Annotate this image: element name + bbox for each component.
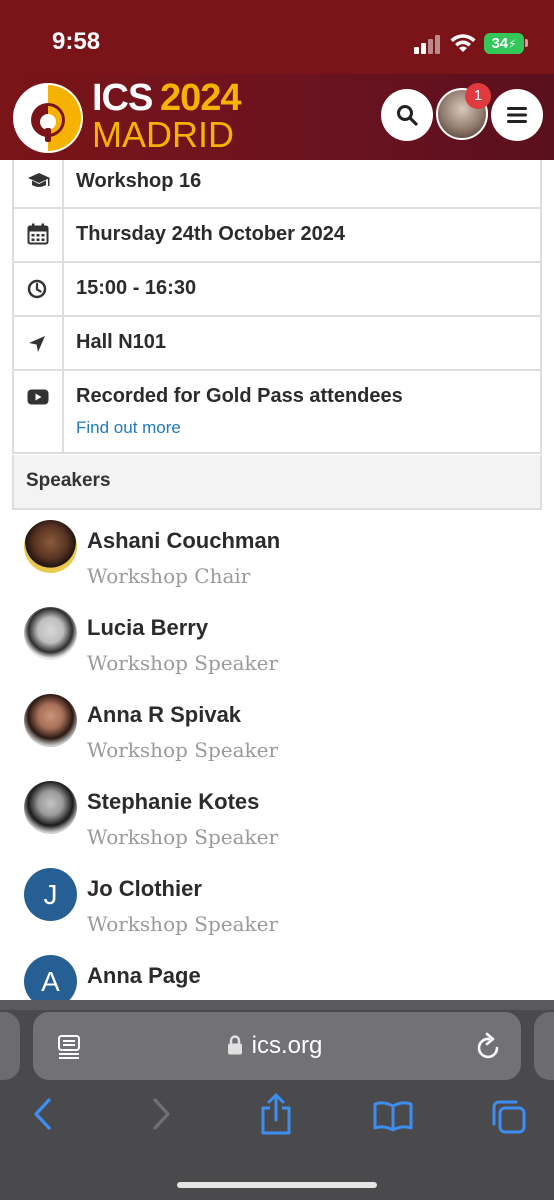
speaker-item[interactable]: Ashani Couchman Workshop Chair <box>24 520 524 600</box>
battery-tip <box>525 39 528 47</box>
tabs-icon[interactable] <box>490 1098 528 1136</box>
session-time-row: 15:00 - 16:30 <box>14 263 540 317</box>
ics-logo-icon[interactable] <box>12 82 84 154</box>
lock-icon <box>228 1035 242 1055</box>
graduation-cap-icon <box>28 173 50 187</box>
speaker-role: Workshop Speaker <box>87 651 279 675</box>
home-indicator <box>177 1182 377 1188</box>
address-bar[interactable]: ics.org <box>33 1012 521 1080</box>
speaker-avatar <box>24 607 77 660</box>
logo-city-text: MADRID <box>92 114 234 155</box>
speaker-item[interactable]: Lucia Berry Workshop Speaker <box>24 607 524 687</box>
speaker-avatar <box>24 781 77 834</box>
session-type-row: Workshop 16 <box>14 160 540 209</box>
forward-arrow-icon[interactable] <box>150 1096 174 1132</box>
speaker-avatar <box>24 694 77 747</box>
speaker-name: Lucia Berry <box>87 615 209 640</box>
session-type-text: Workshop 16 <box>76 170 202 192</box>
calendar-icon <box>27 223 49 245</box>
status-time: 9:58 <box>52 28 101 55</box>
hamburger-menu-icon <box>507 107 527 123</box>
speaker-name: Ashani Couchman <box>87 528 281 553</box>
reload-icon[interactable] <box>476 1032 502 1060</box>
previous-tab-peek[interactable] <box>0 1012 20 1080</box>
share-icon[interactable] <box>258 1092 294 1136</box>
battery-indicator: 34⚡ <box>484 33 524 54</box>
session-date-text: Thursday 24th October 2024 <box>76 223 345 245</box>
speaker-role: Workshop Speaker <box>87 825 279 849</box>
session-time-text: 15:00 - 16:30 <box>76 277 197 299</box>
wifi-icon <box>450 34 476 52</box>
session-location-text: Hall N101 <box>76 331 167 353</box>
speaker-role: Workshop Speaker <box>87 738 279 762</box>
speaker-name: Stephanie Kotes <box>87 789 260 814</box>
session-recording-row: Recorded for Gold Pass attendees Find ou… <box>14 371 540 454</box>
speaker-name: Anna Page <box>87 963 201 988</box>
session-location-row: Hall N101 <box>14 317 540 371</box>
clock-icon <box>27 279 47 299</box>
next-tab-peek[interactable] <box>534 1012 554 1080</box>
session-date-row: Thursday 24th October 2024 <box>14 209 540 263</box>
speaker-avatar <box>24 520 77 573</box>
session-recording-text: Recorded for Gold Pass attendees <box>76 385 403 407</box>
bookmarks-icon[interactable] <box>372 1100 414 1132</box>
speaker-role: Workshop Chair <box>87 564 251 588</box>
status-bar: 9:58 34⚡ <box>0 0 554 74</box>
speaker-item[interactable]: J Jo Clothier Workshop Speaker <box>24 868 524 948</box>
speaker-name: Jo Clothier <box>87 876 202 901</box>
location-arrow-icon <box>29 336 45 352</box>
url-text: ics.org <box>251 1032 323 1059</box>
search-button[interactable] <box>381 89 433 141</box>
find-out-more-link[interactable]: Find out more <box>76 418 540 438</box>
youtube-icon <box>27 389 49 405</box>
speaker-item[interactable]: Anna R Spivak Workshop Speaker <box>24 694 524 774</box>
speaker-name: Anna R Spivak <box>87 702 242 727</box>
speaker-item[interactable]: Stephanie Kotes Workshop Speaker <box>24 781 524 861</box>
search-icon <box>397 105 418 126</box>
speakers-heading: Speakers <box>12 455 542 510</box>
notification-badge: 1 <box>465 83 491 109</box>
speaker-initial-avatar: J <box>24 868 77 921</box>
speaker-role: Workshop Speaker <box>87 912 279 936</box>
site-header: ICS 2024 MADRID 1 <box>0 74 554 160</box>
session-info-table: Workshop 16 Thursday 24th October 2024 1… <box>12 160 542 454</box>
menu-button[interactable] <box>491 89 543 141</box>
browser-toolbar: ics.org <box>0 1000 554 1200</box>
back-arrow-icon[interactable] <box>30 1096 54 1132</box>
cellular-signal-icon <box>414 34 442 54</box>
session-recording-cell: Recorded for Gold Pass attendees Find ou… <box>64 371 540 452</box>
